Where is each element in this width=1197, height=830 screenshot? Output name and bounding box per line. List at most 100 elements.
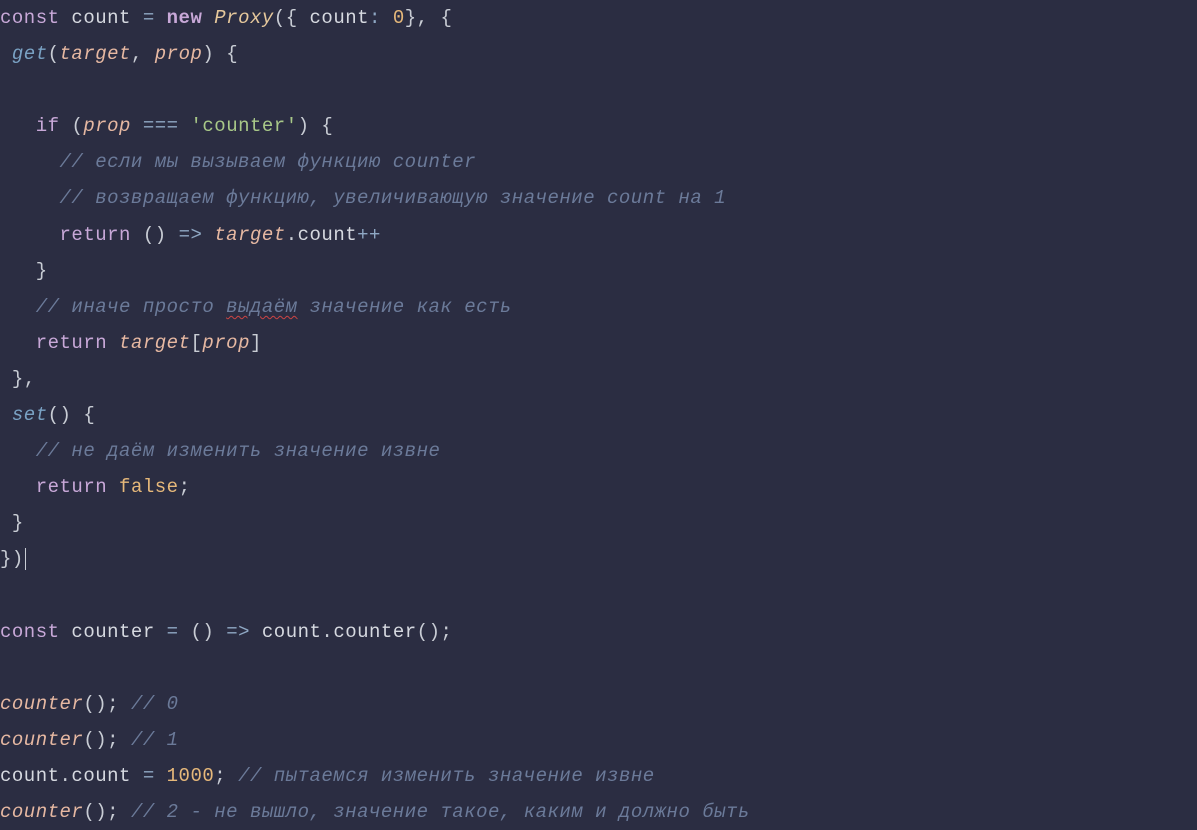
string: 'counter' — [190, 115, 297, 137]
dot: . — [286, 224, 298, 246]
operator: ++ — [357, 224, 381, 246]
paren: ( — [190, 621, 202, 643]
code-line: counter(); // 2 - не вышло, значение так… — [0, 801, 750, 823]
identifier: count — [262, 621, 322, 643]
code-line: // возвращаем функцию, увеличивающую зна… — [0, 187, 726, 209]
prop-key: count — [310, 7, 370, 29]
boolean: false — [119, 476, 179, 498]
param-target: target — [119, 332, 190, 354]
keyword-const: const — [0, 7, 60, 29]
code-line: counter(); // 1 — [0, 729, 179, 751]
identifier: count — [298, 224, 358, 246]
operator: = — [167, 621, 179, 643]
method-get: get — [12, 43, 48, 65]
paren: ( — [83, 801, 95, 823]
code-line: // не даём изменить значение извне — [0, 440, 440, 462]
paren: ) — [202, 43, 214, 65]
semicolon: ; — [179, 476, 191, 498]
brace: } — [405, 7, 417, 29]
keyword-new: new — [167, 7, 203, 29]
brace: } — [36, 260, 48, 282]
comment: // иначе просто выдаём значение как есть — [36, 296, 512, 318]
paren: ) — [95, 729, 107, 751]
paren: ( — [143, 224, 155, 246]
code-line: } — [0, 260, 48, 282]
method-set: set — [12, 404, 48, 426]
comma: , — [131, 43, 143, 65]
function-call: counter — [0, 693, 83, 715]
paren: ( — [274, 7, 286, 29]
bracket: [ — [190, 332, 202, 354]
semicolon: ; — [107, 801, 119, 823]
semicolon: ; — [107, 693, 119, 715]
code-line: // иначе просто выдаём значение как есть — [0, 296, 512, 318]
colon: : — [369, 7, 381, 29]
brace: } — [12, 368, 24, 390]
arrow: => — [179, 224, 203, 246]
param-prop: prop — [155, 43, 203, 65]
paren: ) — [60, 404, 72, 426]
operator: === — [143, 115, 179, 137]
paren: ( — [71, 115, 83, 137]
keyword-return: return — [36, 476, 107, 498]
comment: // пытаемся изменить значение извне — [238, 765, 655, 787]
comment: // не даём изменить значение извне — [36, 440, 441, 462]
code-line: // если мы вызываем функцию counter — [0, 151, 476, 173]
code-line: }) — [0, 548, 26, 570]
number: 0 — [393, 7, 405, 29]
brace: { — [440, 7, 452, 29]
paren: ) — [298, 115, 310, 137]
code-line: if (prop === 'counter') { — [0, 115, 333, 137]
code-line: return target[prop] — [0, 332, 262, 354]
keyword-if: if — [36, 115, 60, 137]
code-editor[interactable]: const count = new Proxy({ count: 0}, { g… — [0, 0, 1197, 830]
spellcheck-squiggle: выдаём — [226, 296, 297, 318]
brace: { — [83, 404, 95, 426]
operator: = — [143, 7, 155, 29]
paren: ) — [12, 548, 24, 570]
code-line: const counter = () => count.counter(); — [0, 621, 452, 643]
brace: { — [226, 43, 238, 65]
comma: , — [417, 7, 429, 29]
keyword-const: const — [0, 621, 60, 643]
code-line: return false; — [0, 476, 190, 498]
bracket: ] — [250, 332, 262, 354]
code-line: return () => target.count++ — [0, 224, 381, 246]
comment: // возвращаем функцию, увеличивающую зна… — [60, 187, 727, 209]
semicolon: ; — [440, 621, 452, 643]
paren: ( — [48, 43, 60, 65]
dot: . — [321, 621, 333, 643]
param-target: target — [60, 43, 131, 65]
number: 1000 — [167, 765, 215, 787]
semicolon: ; — [214, 765, 226, 787]
code-line: const count = new Proxy({ count: 0}, { — [0, 7, 452, 29]
function-call: counter — [0, 729, 83, 751]
paren: ( — [83, 729, 95, 751]
comment: // 2 - не вышло, значение такое, каким и… — [131, 801, 750, 823]
param-prop: prop — [202, 332, 250, 354]
keyword-return: return — [36, 332, 107, 354]
paren: ( — [417, 621, 429, 643]
code-line: }, — [0, 368, 36, 390]
comment: // если мы вызываем функцию counter — [60, 151, 477, 173]
param-prop: prop — [83, 115, 131, 137]
brace: } — [12, 512, 24, 534]
brace: { — [321, 115, 333, 137]
paren: ( — [48, 404, 60, 426]
paren: ) — [429, 621, 441, 643]
identifier: count — [71, 7, 131, 29]
code-line: counter(); // 0 — [0, 693, 179, 715]
semicolon: ; — [107, 729, 119, 751]
brace: } — [0, 548, 12, 570]
identifier: count — [0, 765, 60, 787]
paren: ) — [95, 693, 107, 715]
code-line: } — [0, 512, 24, 534]
operator: = — [143, 765, 155, 787]
identifier: counter — [71, 621, 154, 643]
comment: // 0 — [131, 693, 179, 715]
paren: ( — [83, 693, 95, 715]
identifier: counter — [333, 621, 416, 643]
comment: // 1 — [131, 729, 179, 751]
paren: ) — [155, 224, 167, 246]
paren: ) — [202, 621, 214, 643]
